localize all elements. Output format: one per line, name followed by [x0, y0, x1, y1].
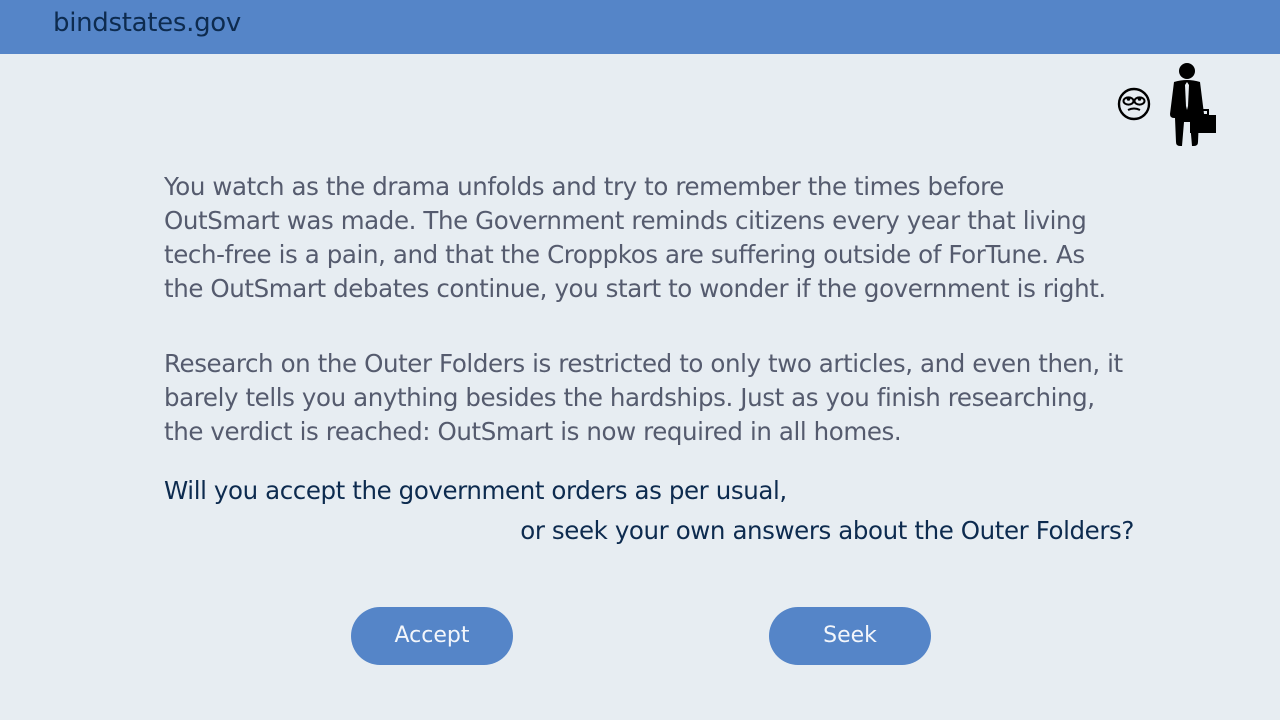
question-line-1: Will you accept the government orders as…	[164, 476, 787, 505]
businessman-with-briefcase-icon	[1170, 63, 1216, 146]
choice-question: Will you accept the government orders as…	[164, 474, 1134, 548]
accept-button[interactable]: Accept	[351, 607, 513, 665]
site-name: bindstates.gov	[53, 8, 241, 38]
rolling-eyes-face-icon	[1117, 87, 1151, 121]
story-paragraph: You watch as the drama unfolds and try t…	[164, 172, 1106, 303]
story-paragraph: Research on the Outer Folders is restric…	[164, 349, 1123, 446]
top-bar: bindstates.gov	[0, 0, 1280, 54]
seek-button[interactable]: Seek	[769, 607, 931, 665]
status-icons	[1112, 60, 1222, 150]
question-line-2: or seek your own answers about the Outer…	[520, 516, 1134, 545]
story-text: You watch as the drama unfolds and try t…	[164, 170, 1144, 449]
